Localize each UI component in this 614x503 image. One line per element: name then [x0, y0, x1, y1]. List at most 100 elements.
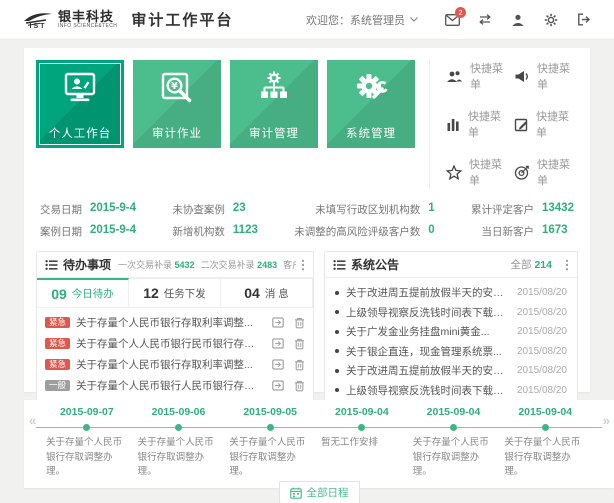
stat-value: 23	[233, 202, 258, 217]
timeline-entry[interactable]: 2015-09-07 关于存量个人民币银行存取调整办理。	[44, 406, 136, 480]
quick-menu-item-bar-chart[interactable]: 快捷菜单	[446, 108, 510, 140]
all-label: 全部	[511, 259, 532, 271]
priority-badge: 紧急	[45, 338, 70, 350]
todo-item[interactable]: 一般 关于存量个人民币银行人民币银行存取利率调整...	[37, 375, 313, 396]
timeline-date: 2015-09-04	[413, 406, 495, 422]
stat-label: 案例日期	[40, 224, 82, 239]
tab-today-todo[interactable]: 09 今日待办	[37, 278, 129, 308]
prev-arrow-icon[interactable]: «	[29, 413, 36, 428]
app-logo: IST 银丰科技 INFO SCIENCE&TECH 审计工作平台	[22, 9, 233, 30]
todo-title[interactable]: 关于存量个人人民币银行民币银行存取利率调整...	[76, 336, 262, 351]
trash-icon[interactable]	[294, 317, 305, 329]
user-icon[interactable]	[510, 12, 526, 28]
bullet-icon	[335, 310, 339, 314]
bullet-icon	[335, 291, 339, 295]
announcement-title[interactable]: 上级领导视察反洗钱时间表下载链接...	[346, 383, 510, 398]
all-count: 214	[534, 259, 552, 271]
quick-menu-item-edit[interactable]: 快捷菜单	[514, 108, 578, 140]
nav-card-audit-operation[interactable]: ¥ 审计作业	[133, 60, 221, 148]
stat-value: 1673	[542, 224, 574, 239]
stat-label: 未调整的高风险评级客户数	[294, 224, 420, 239]
target-icon	[514, 165, 530, 180]
team-icon	[446, 69, 463, 84]
trash-icon[interactable]	[294, 380, 305, 392]
all-schedule-label: 全部日程	[307, 485, 349, 500]
archive-icon[interactable]	[272, 317, 284, 328]
stat-value: 1	[428, 202, 434, 217]
tab-count: 12	[143, 285, 159, 301]
timeline-entry[interactable]: 2015-09-04 暂无工作安排	[319, 406, 411, 480]
notification-badge: 2	[455, 7, 466, 18]
todo-item[interactable]: 紧急 关于存量个人民币银行存取利率调整...	[37, 354, 313, 375]
quick-menu-item-megaphone[interactable]: 快捷菜单	[514, 60, 578, 92]
announcement-title[interactable]: 关于改进周五提前放假半天的安排通知...	[346, 363, 510, 378]
nav-card-audit-management[interactable]: 审计管理	[230, 60, 318, 148]
list-icon	[333, 259, 346, 271]
timeline-entry[interactable]: 2015-09-04 关于存量个人民币银行存取调整办理。	[502, 406, 594, 480]
next-arrow-icon[interactable]: »	[603, 413, 610, 428]
user-menu[interactable]: 欢迎您：系统管理员	[306, 12, 418, 28]
timeline-text: 关于存量个人民币银行存取调整办理。	[229, 436, 311, 480]
archive-icon[interactable]	[272, 359, 284, 370]
quick-menu-label: 快捷菜单	[536, 108, 578, 140]
announcement-date: 2015/08/20	[517, 365, 567, 376]
timeline-entry[interactable]: 2015-09-05 关于存量个人民币银行存取调整办理。	[227, 406, 319, 480]
timeline-date: 2015-09-06	[138, 406, 220, 422]
brand-subtitle: INFO SCIENCE&TECH	[58, 24, 117, 29]
archive-icon[interactable]	[272, 338, 284, 349]
todo-title[interactable]: 关于存量个人民币银行存取利率调整...	[76, 315, 262, 330]
quick-menu-item-team[interactable]: 快捷菜单	[446, 60, 510, 92]
stat-value: 1123	[233, 224, 258, 239]
chevron-down-icon	[410, 17, 418, 22]
quick-menu-item-star[interactable]: 快捷菜单	[446, 156, 510, 188]
tab-task-dispatch[interactable]: 12 任务下发	[129, 278, 221, 308]
audit-operation-icon: ¥	[133, 70, 221, 108]
announcement-date: 2015/08/20	[517, 307, 567, 318]
tab-messages[interactable]: 04 消 息	[221, 278, 313, 308]
all-announcements-link[interactable]: 全部 214	[511, 257, 552, 272]
nav-card-personal-workbench[interactable]: 个人工作台	[36, 60, 124, 148]
trash-icon[interactable]	[294, 338, 305, 350]
stat-value: 0	[428, 224, 434, 239]
quick-menu-label: 快捷菜单	[537, 156, 578, 188]
todo-title[interactable]: 关于存量个人民币银行人民币银行存取利率调整...	[76, 378, 262, 393]
gear-icon[interactable]	[543, 12, 559, 28]
announcement-title[interactable]: 关于改进周五提前放假半天的安排通知...	[346, 285, 510, 300]
announcement-title[interactable]: 上级领导视察反洗钱时间表下载链接...	[346, 305, 510, 320]
stat-label: 累计评定客户	[471, 202, 534, 217]
nav-card-label: 审计作业	[133, 125, 221, 141]
timeline-date: 2015-09-04	[321, 406, 403, 422]
logout-icon[interactable]	[576, 12, 592, 28]
announcement-item[interactable]: 上级领导视察反洗钱时间表下载链接... 2015/08/20	[325, 381, 577, 401]
list-icon	[45, 259, 58, 271]
announcement-item[interactable]: 关于银企直连，现金管理系统票... 2015/08/20	[325, 342, 577, 362]
announcement-title[interactable]: 关于银企直连，现金管理系统票...	[346, 344, 510, 359]
timeline-entry[interactable]: 2015-09-04 关于存量个人民币银行存取调整办理。	[411, 406, 503, 480]
nav-card-system-management[interactable]: 系统管理	[327, 60, 415, 148]
quick-menu-label: 快捷菜单	[537, 60, 578, 92]
todo-item[interactable]: 紧急 关于存量个人民币银行存取利率调整...	[37, 312, 313, 333]
nav-cards: 个人工作台 ¥ 审计作业	[36, 60, 415, 188]
announcement-date: 2015/08/20	[517, 385, 567, 396]
timeline-text: 关于存量个人民币银行存取调整办理。	[504, 436, 586, 480]
announcement-item[interactable]: 关于改进周五提前放假半天的安排通知... 2015/08/20	[325, 361, 577, 381]
stat-label: 未协查案例	[172, 202, 225, 217]
timeline-entry[interactable]: 2015-09-06 关于存量个人民币银行存取调整办理。	[136, 406, 228, 480]
swap-icon[interactable]	[477, 12, 493, 28]
main-board: 个人工作台 ¥ 审计作业	[24, 48, 590, 392]
more-icon[interactable]	[301, 259, 305, 271]
todo-title[interactable]: 关于存量个人民币银行存取利率调整...	[76, 357, 262, 372]
archive-icon[interactable]	[272, 380, 284, 391]
announcement-item[interactable]: 关于改进周五提前放假半天的安排通知... 2015/08/20	[325, 283, 577, 303]
announcement-item[interactable]: 上级领导视察反洗钱时间表下载链接... 2015/08/20	[325, 303, 577, 323]
announcement-title[interactable]: 关于广发金业务挂盘mini黄金...	[346, 324, 510, 339]
audit-management-icon	[230, 70, 318, 108]
message-icon[interactable]: 2	[444, 12, 460, 28]
all-schedule-button[interactable]: 全部日程	[279, 481, 360, 503]
quick-menu-item-target[interactable]: 快捷菜单	[514, 156, 578, 188]
todo-item[interactable]: 紧急 关于存量个人人民币银行民币银行存取利率调整...	[37, 333, 313, 354]
todo-substats: 一次交易补录 5432 二次交易补录 2483 客户信息补录 86	[118, 258, 296, 271]
more-icon[interactable]	[565, 259, 569, 271]
announcement-item[interactable]: 关于广发金业务挂盘mini黄金... 2015/08/20	[325, 322, 577, 342]
trash-icon[interactable]	[294, 359, 305, 371]
